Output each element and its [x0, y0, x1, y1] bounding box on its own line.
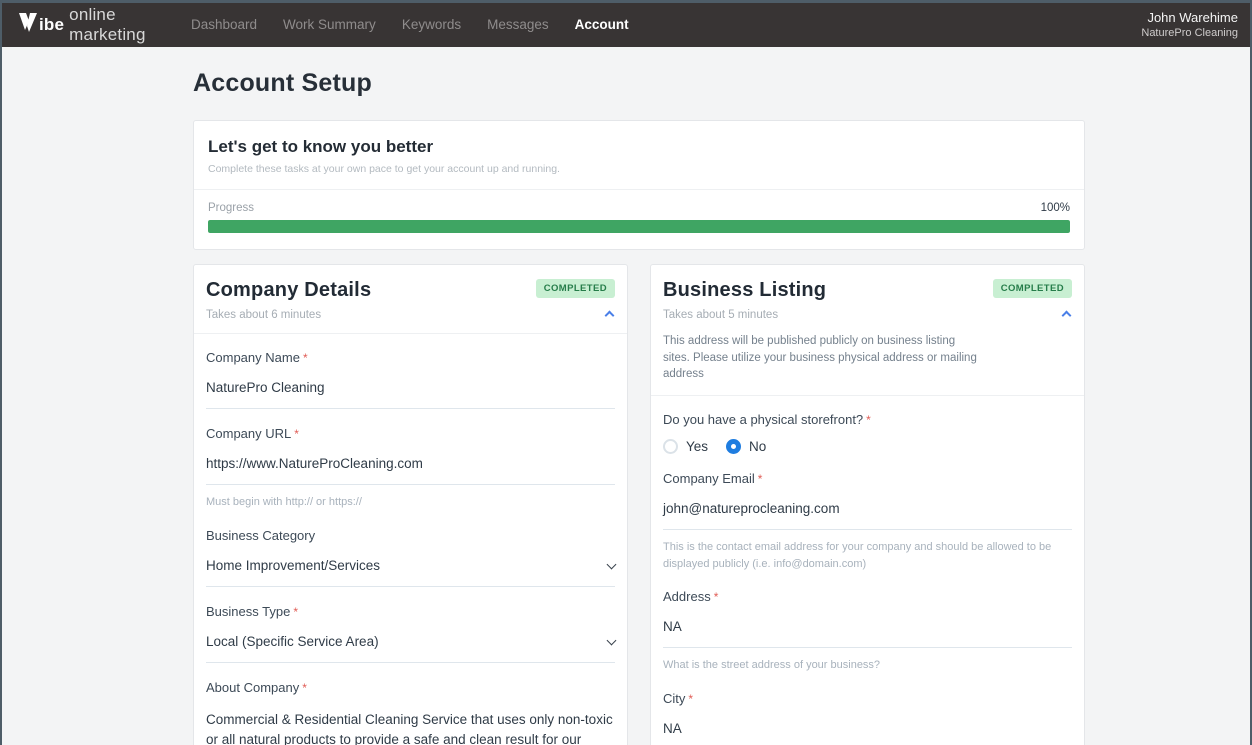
radio-icon: [726, 439, 741, 454]
about-company-field: About Company* Commercial & Residential …: [206, 680, 615, 745]
about-company-label: About Company*: [206, 680, 615, 695]
address-label: Address*: [663, 589, 1072, 604]
required-asterisk: *: [303, 351, 308, 365]
company-name-field: Company Name* NaturePro Cleaning: [206, 350, 615, 409]
vibe-logo-icon: [18, 13, 38, 37]
company-email-label: Company Email*: [663, 471, 1072, 486]
user-company: NaturePro Cleaning: [1141, 26, 1238, 41]
about-company-textarea[interactable]: Commercial & Residential Cleaning Servic…: [206, 710, 615, 745]
city-input[interactable]: NA: [663, 721, 1072, 745]
progress-percentage: 100%: [1041, 202, 1070, 214]
company-email-field: Company Email* john@natureprocleaning.co…: [663, 471, 1072, 572]
storefront-radio-no[interactable]: No: [726, 439, 766, 454]
required-asterisk: *: [758, 472, 763, 486]
company-email-input[interactable]: john@natureprocleaning.com: [663, 501, 1072, 530]
required-asterisk: *: [294, 427, 299, 441]
required-asterisk: *: [293, 605, 298, 619]
address-input[interactable]: NA: [663, 619, 1072, 648]
company-details-title: Company Details: [206, 279, 528, 302]
intro-title: Let's get to know you better: [208, 137, 1070, 157]
business-listing-duration: Takes about 5 minutes: [663, 309, 985, 321]
business-type-select[interactable]: Local (Specific Service Area): [206, 634, 615, 663]
page-title: Account Setup: [193, 69, 1085, 98]
storefront-label: Do you have a physical storefront?*: [663, 412, 1072, 427]
nav-item-account[interactable]: Account: [575, 3, 629, 47]
storefront-radio-yes[interactable]: Yes: [663, 439, 708, 454]
logo-text-bold: ibe: [39, 15, 64, 35]
logo-text-light: online marketing: [69, 5, 191, 45]
company-url-field: Company URL* https://www.NatureProCleani…: [206, 426, 615, 511]
company-details-card: Company Details Takes about 6 minutes CO…: [193, 264, 628, 745]
business-type-label: Business Type*: [206, 604, 615, 619]
business-type-field: Business Type* Local (Specific Service A…: [206, 604, 615, 663]
nav-item-messages[interactable]: Messages: [487, 3, 549, 47]
company-name-input[interactable]: NaturePro Cleaning: [206, 380, 615, 409]
company-details-duration: Takes about 6 minutes: [206, 309, 528, 321]
business-listing-card: Business Listing Takes about 5 minutes T…: [650, 264, 1085, 745]
storefront-radio-group: Yes No: [663, 439, 1072, 454]
chevron-down-icon: [607, 635, 617, 645]
city-label: City*: [663, 691, 1072, 706]
chevron-down-icon: [607, 559, 617, 569]
business-category-label: Business Category: [206, 528, 615, 543]
completed-badge: COMPLETED: [993, 279, 1072, 298]
company-email-helper: This is the contact email address for yo…: [663, 539, 1072, 572]
top-navbar: ibe online marketing Dashboard Work Summ…: [2, 3, 1250, 47]
business-listing-description: This address will be published publicly …: [663, 333, 985, 383]
user-name: John Warehime: [1141, 9, 1238, 27]
main-content: Account Setup Let's get to know you bett…: [2, 47, 1250, 745]
user-menu[interactable]: John Warehime NaturePro Cleaning: [1141, 9, 1250, 41]
company-url-input[interactable]: https://www.NatureProCleaning.com: [206, 456, 615, 485]
address-field: Address* NA What is the street address o…: [663, 589, 1072, 674]
collapse-chevron-up-icon[interactable]: [1062, 311, 1072, 321]
company-url-label: Company URL*: [206, 426, 615, 441]
business-category-select[interactable]: Home Improvement/Services: [206, 558, 615, 587]
progress-bar-fill: [208, 220, 1070, 233]
main-nav: Dashboard Work Summary Keywords Messages…: [191, 3, 655, 47]
intro-subtitle: Complete these tasks at your own pace to…: [208, 163, 1070, 175]
company-name-label: Company Name*: [206, 350, 615, 365]
required-asterisk: *: [302, 681, 307, 695]
required-asterisk: *: [688, 692, 693, 706]
completed-badge: COMPLETED: [536, 279, 615, 298]
business-listing-title: Business Listing: [663, 279, 985, 302]
progress-label: Progress: [208, 202, 254, 214]
address-helper: What is the street address of your busin…: [663, 657, 1072, 674]
nav-item-dashboard[interactable]: Dashboard: [191, 3, 257, 47]
progress-bar-track: [208, 220, 1070, 233]
nav-item-work-summary[interactable]: Work Summary: [283, 3, 376, 47]
nav-item-keywords[interactable]: Keywords: [402, 3, 461, 47]
progress-card: Let's get to know you better Complete th…: [193, 120, 1085, 250]
app-logo[interactable]: ibe online marketing: [2, 5, 191, 45]
company-url-helper: Must begin with http:// or https://: [206, 494, 615, 511]
storefront-field: Do you have a physical storefront?* Yes …: [663, 412, 1072, 454]
city-field: City* NA In what city is your business l…: [663, 691, 1072, 745]
required-asterisk: *: [714, 590, 719, 604]
business-category-field: Business Category Home Improvement/Servi…: [206, 528, 615, 587]
collapse-chevron-up-icon[interactable]: [605, 311, 615, 321]
required-asterisk: *: [866, 413, 871, 427]
radio-icon: [663, 439, 678, 454]
